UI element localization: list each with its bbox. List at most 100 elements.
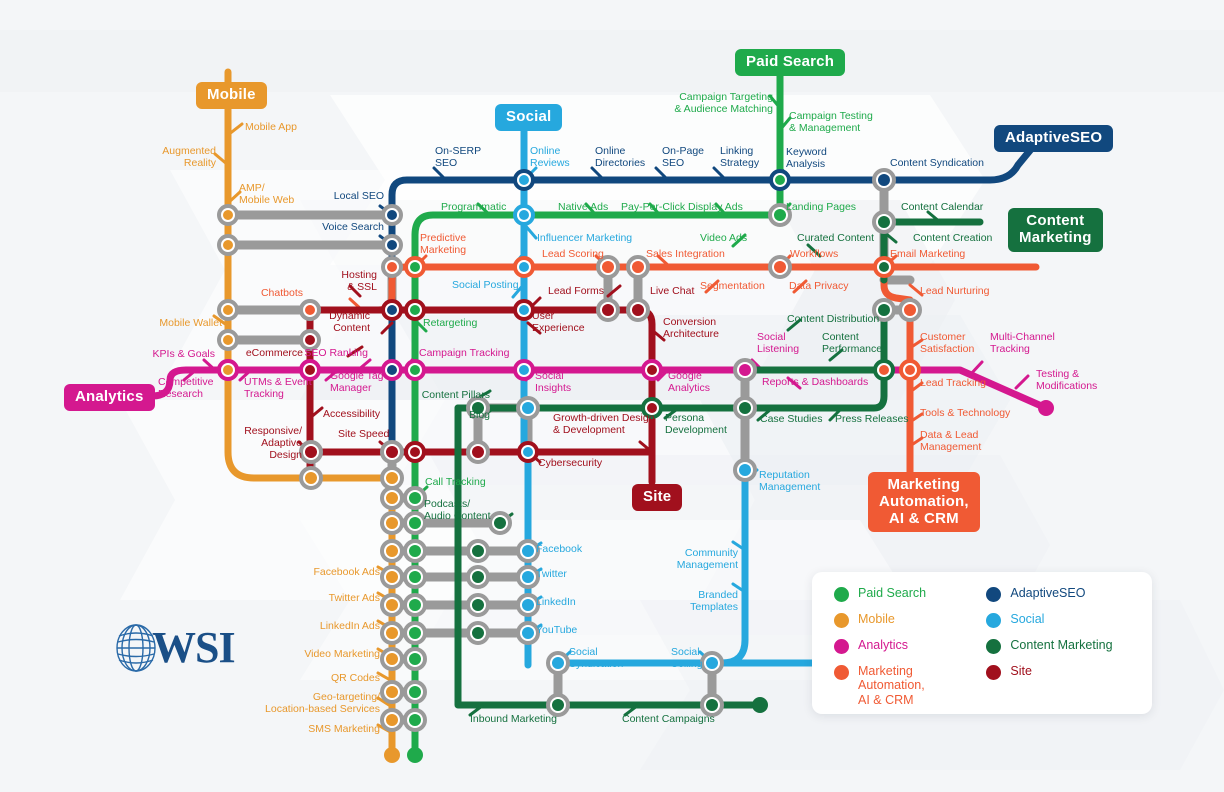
terminus-analytics[interactable]: Analytics: [64, 384, 155, 411]
node-inbound-marketing: [546, 693, 570, 717]
node-linkedin-ads: [380, 593, 404, 617]
legend-dot-content-marketing: [986, 639, 1002, 654]
legend-label-social: Social: [1010, 612, 1045, 626]
station-label: Content Pillars: [422, 389, 490, 401]
node-lead-tracking: [899, 359, 921, 381]
node-linkedin-cm: [466, 593, 490, 617]
station-label: Inbound Marketing: [470, 713, 557, 725]
station-label: Social Selling: [671, 646, 703, 670]
node-mobile-wallet: [217, 329, 239, 351]
node-voice-search: [381, 234, 403, 256]
legend-item-analytics[interactable]: Analytics: [834, 638, 972, 654]
station-label: eCommerce: [246, 347, 303, 359]
station-label: Competitive Research: [158, 376, 214, 400]
station-label: Augmented Reality: [162, 145, 216, 169]
station-label: LinkedIn Ads: [320, 620, 380, 632]
node-twitter-p: [403, 565, 427, 589]
station-label: Hosting & SSL: [341, 269, 377, 293]
terminus-site[interactable]: Site: [632, 484, 683, 511]
terminal-dot-mobile-south: [384, 747, 400, 763]
legend-column-left: Paid Search Mobile Analytics Marketing A…: [834, 586, 972, 707]
station-label: Conversion Architecture: [663, 316, 719, 340]
node-live-chat: [626, 298, 650, 322]
station-label: Segmentation: [700, 280, 765, 292]
node-user-experience: [513, 299, 535, 321]
station-label: Cybersecurity: [538, 457, 603, 469]
legend-item-social[interactable]: Social: [986, 612, 1134, 628]
node-qr-p: [403, 647, 427, 671]
station-label: Case Studies: [760, 413, 822, 425]
station-label: Mobile Wallet: [159, 317, 222, 329]
node-geo-p: [403, 680, 427, 704]
station-label: Mobile App: [245, 121, 297, 133]
node-content-campaigns: [700, 693, 724, 717]
node-social-listening: [733, 358, 757, 382]
subway-map-root: Mobile App Augmented Reality AMP/Mobile Web…: [0, 0, 1224, 792]
legend-label-site: Site: [1010, 664, 1032, 678]
legend-item-content-marketing[interactable]: Content Marketing: [986, 638, 1134, 654]
legend-item-paid-search[interactable]: Paid Search: [834, 586, 972, 602]
node-qr-codes: [380, 647, 404, 671]
terminus-mobile[interactable]: Mobile: [196, 82, 267, 109]
station-label: Influencer Marketing: [537, 232, 632, 244]
legend-label-adaptiveseo: AdaptiveSEO: [1010, 586, 1086, 600]
terminus-content-marketing[interactable]: Content Marketing: [1008, 208, 1103, 252]
station-label: Video Ads: [700, 232, 747, 244]
legend-item-adaptiveseo[interactable]: AdaptiveSEO: [986, 586, 1134, 602]
node-predictive-marketing: [404, 256, 426, 278]
station-label: Social Posting: [452, 279, 519, 291]
station-label: SMS Marketing: [308, 723, 380, 735]
legend-item-mobile[interactable]: Mobile: [834, 612, 972, 628]
node-content-calendar: [872, 210, 896, 234]
station-label: Video Marketing: [304, 648, 380, 660]
terminal-dot-analytics-east: [1038, 400, 1054, 416]
station-label: Programmatic: [441, 201, 506, 213]
station-label: Lead Forms: [548, 285, 604, 297]
legend-item-marketing-automation[interactable]: Marketing Automation, AI & CRM: [834, 664, 972, 707]
node-facebook-ads: [380, 539, 404, 563]
station-label: Lead Tracking: [920, 377, 986, 389]
terminus-adaptiveseo[interactable]: AdaptiveSEO: [994, 125, 1114, 152]
station-label: Press Releases: [835, 413, 909, 425]
node-youtube: [516, 621, 540, 645]
station-label: Facebook Ads: [313, 566, 380, 578]
station-label: Content Campaigns: [622, 713, 715, 725]
station-label: Landing Pages: [786, 201, 856, 213]
node-video-marketing: [380, 621, 404, 645]
node-geo-targeting: [380, 680, 404, 704]
station-label: Lead Nurturing: [920, 285, 990, 297]
station-label: Content Distribution: [787, 313, 879, 325]
node-cm-site: [466, 440, 490, 464]
station-label: Email Marketing: [890, 248, 965, 260]
legend-item-site[interactable]: Site: [986, 664, 1134, 680]
node-social-syndication: [546, 651, 570, 675]
station-label: Community Management: [677, 547, 739, 571]
terminus-paid-search[interactable]: Paid Search: [735, 49, 846, 76]
station-label: Native Ads: [558, 201, 608, 213]
terminal-dot-cm-east: [752, 697, 768, 713]
station-label: Facebook: [536, 543, 583, 555]
node-dynamic-content: [381, 299, 403, 321]
station-label: Dynamic Content: [329, 310, 370, 334]
station-label: LinkedIn: [536, 596, 576, 608]
station-label: Campaign Targeting & Audience Matching: [674, 91, 773, 115]
terminus-marketing-automation[interactable]: Marketing Automation, AI & CRM: [868, 472, 980, 533]
terminus-social[interactable]: Social: [495, 104, 563, 131]
node-twitter: [516, 565, 540, 589]
legend-label-analytics: Analytics: [858, 638, 909, 652]
station-label: Accessibility: [323, 408, 381, 420]
node-mobile-bend: [299, 466, 323, 490]
station-label: Call Tracking: [425, 476, 486, 488]
legend-label-content-marketing: Content Marketing: [1010, 638, 1113, 652]
node-retargeting: [404, 299, 426, 321]
station-label: Live Chat: [650, 285, 694, 297]
node-linkedin: [516, 593, 540, 617]
node-voice-search-m: [217, 234, 239, 256]
node-site-speed: [380, 440, 404, 464]
legend-dot-marketing-automation: [834, 665, 849, 680]
node-google-analytics: [641, 359, 663, 381]
legend-dot-social: [986, 613, 1002, 628]
station-label: Twitter: [536, 568, 567, 580]
node-youtube-cm: [466, 621, 490, 645]
station-label: Sales Integration: [646, 248, 725, 260]
